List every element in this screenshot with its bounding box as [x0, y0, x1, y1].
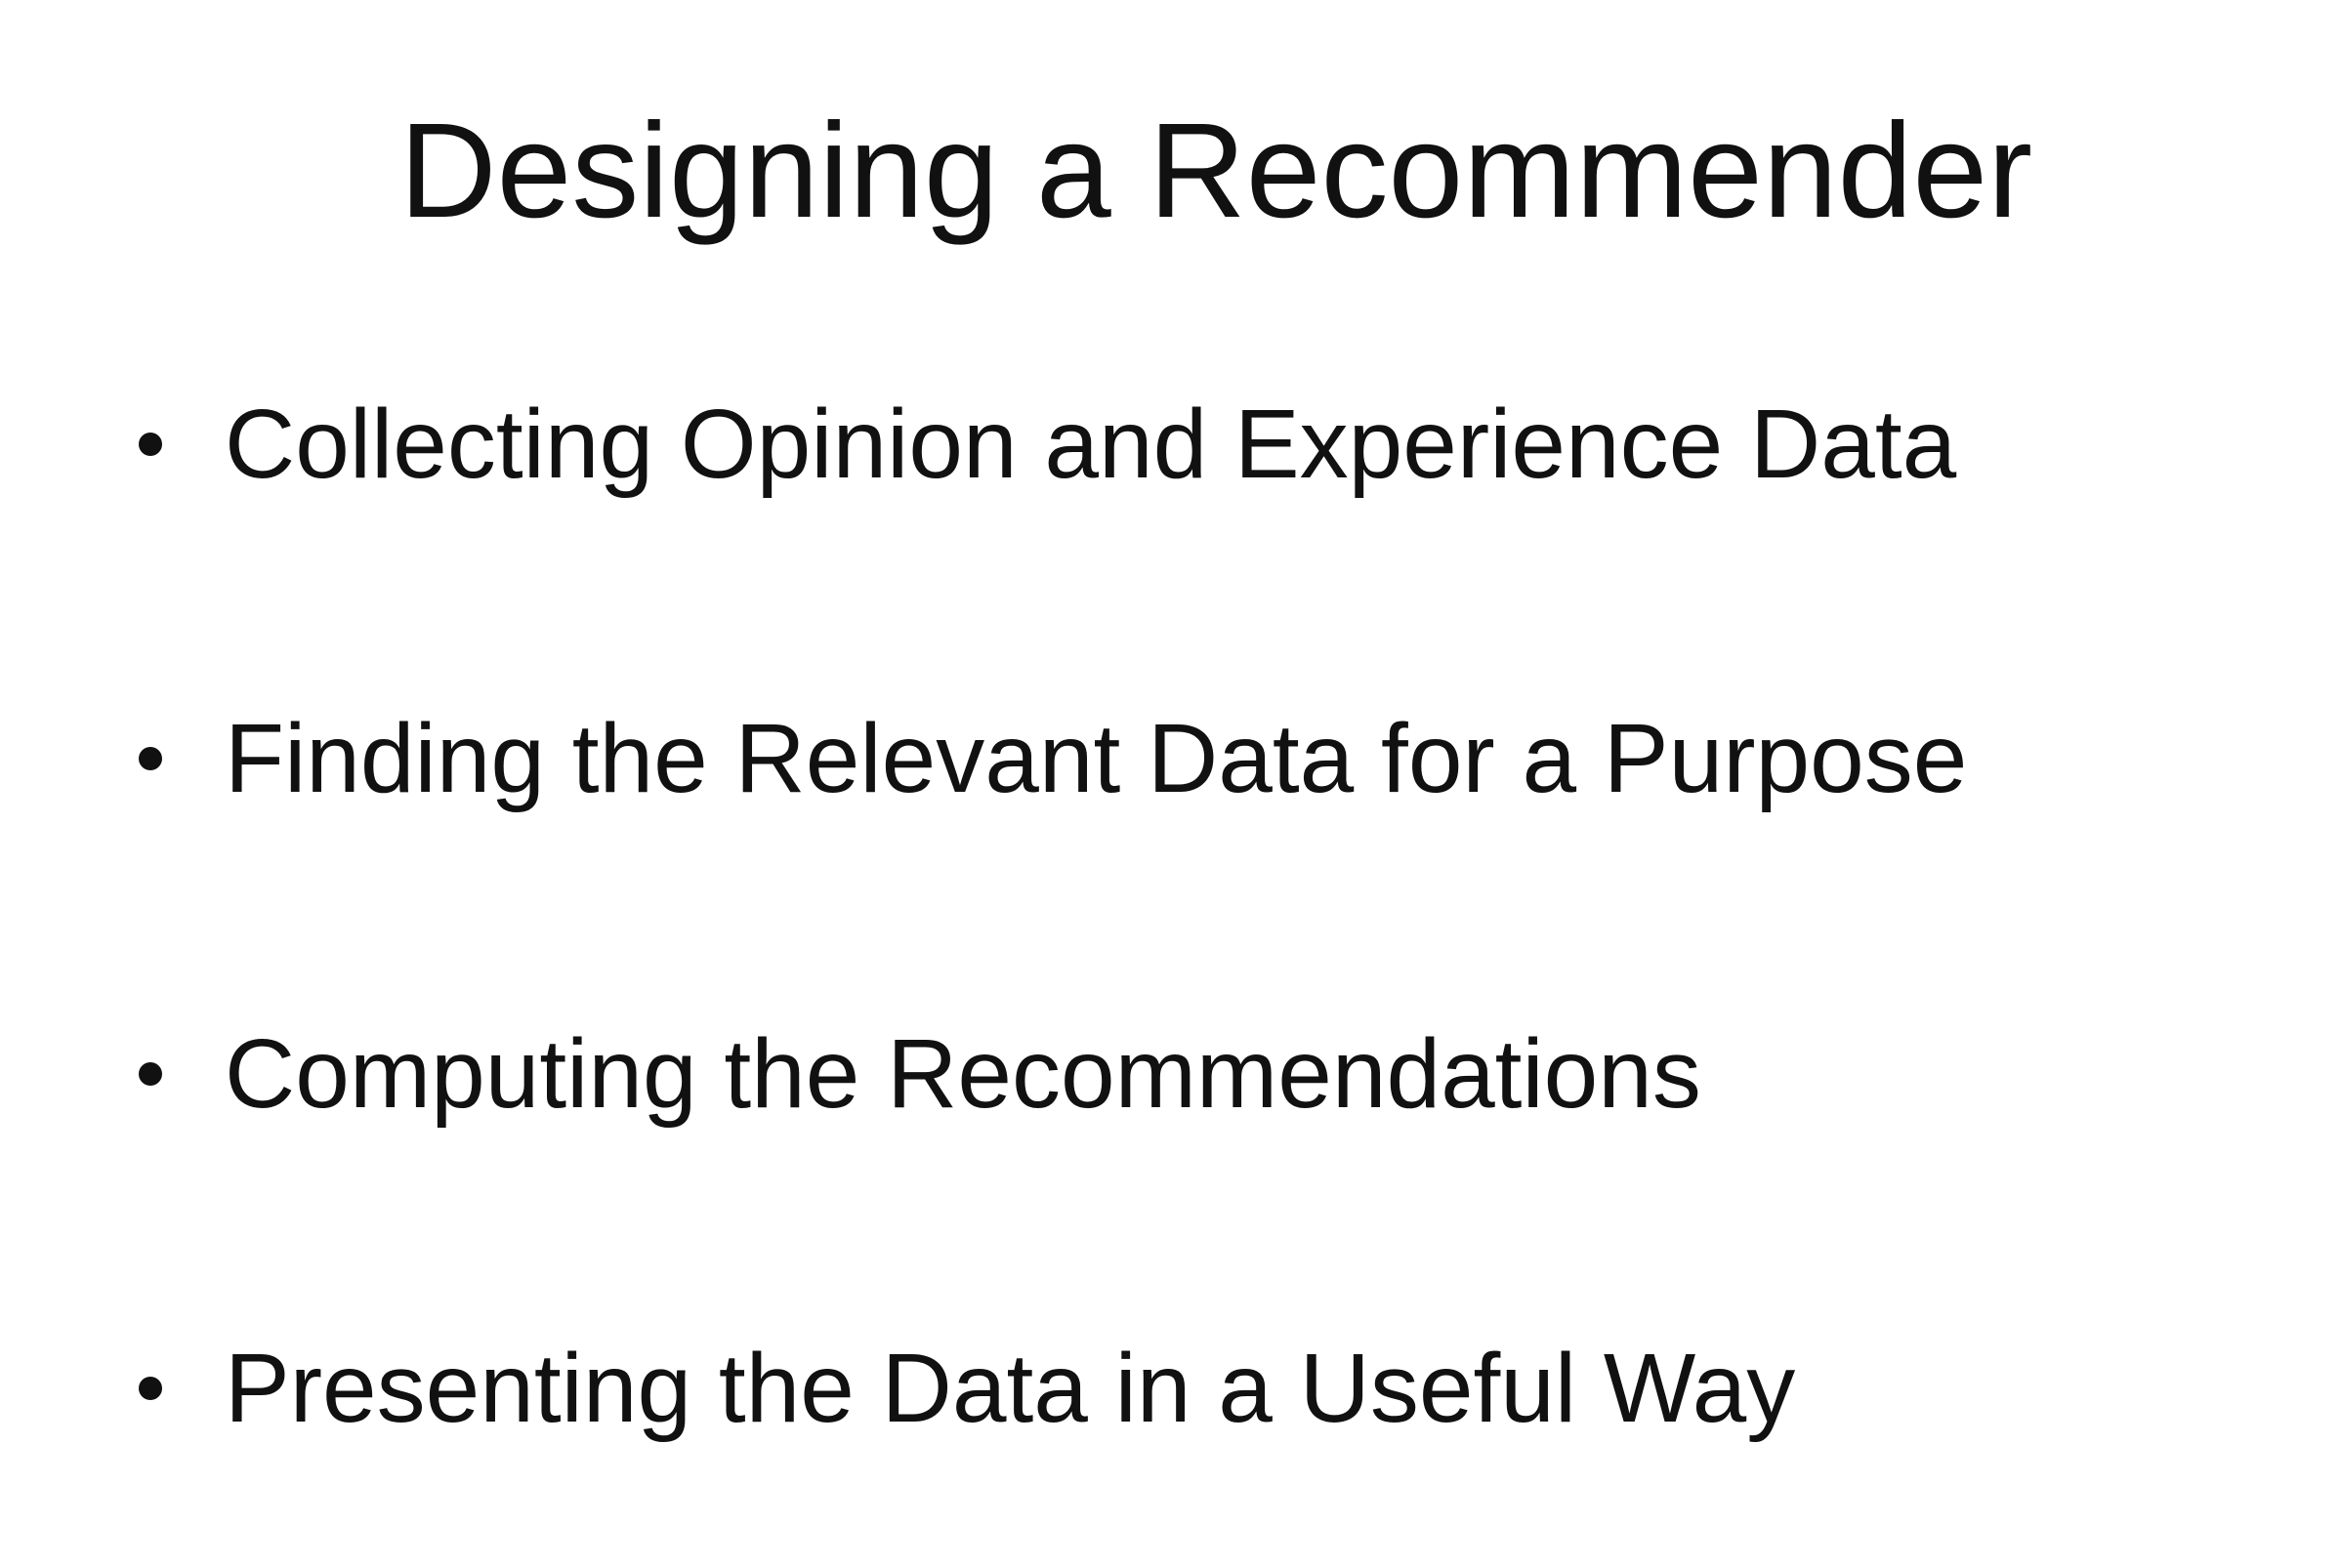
- slide: Designing a Recommender Collecting Opini…: [0, 0, 2340, 1568]
- bullet-text: Collecting Opinion and Experience Data: [225, 390, 1957, 499]
- slide-title: Designing a Recommender: [398, 96, 2033, 246]
- bullet-item: Computing the Recommendations: [0, 1015, 2340, 1133]
- bullet-item: Finding the Relevant Data for a Purpose: [0, 700, 2340, 817]
- bullet-item: Presenting the Data in a Useful Way: [0, 1330, 2340, 1447]
- bullet-text: Presenting the Data in a Useful Way: [225, 1334, 1796, 1443]
- bullet-text: Computing the Recommendations: [225, 1019, 1701, 1129]
- bullet-dot-icon: [139, 1062, 162, 1086]
- bullet-dot-icon: [139, 1377, 162, 1400]
- bullet-item: Collecting Opinion and Experience Data: [0, 386, 2340, 503]
- bullet-dot-icon: [139, 747, 162, 770]
- bullet-text: Finding the Relevant Data for a Purpose: [225, 704, 1968, 813]
- bullet-dot-icon: [139, 433, 162, 456]
